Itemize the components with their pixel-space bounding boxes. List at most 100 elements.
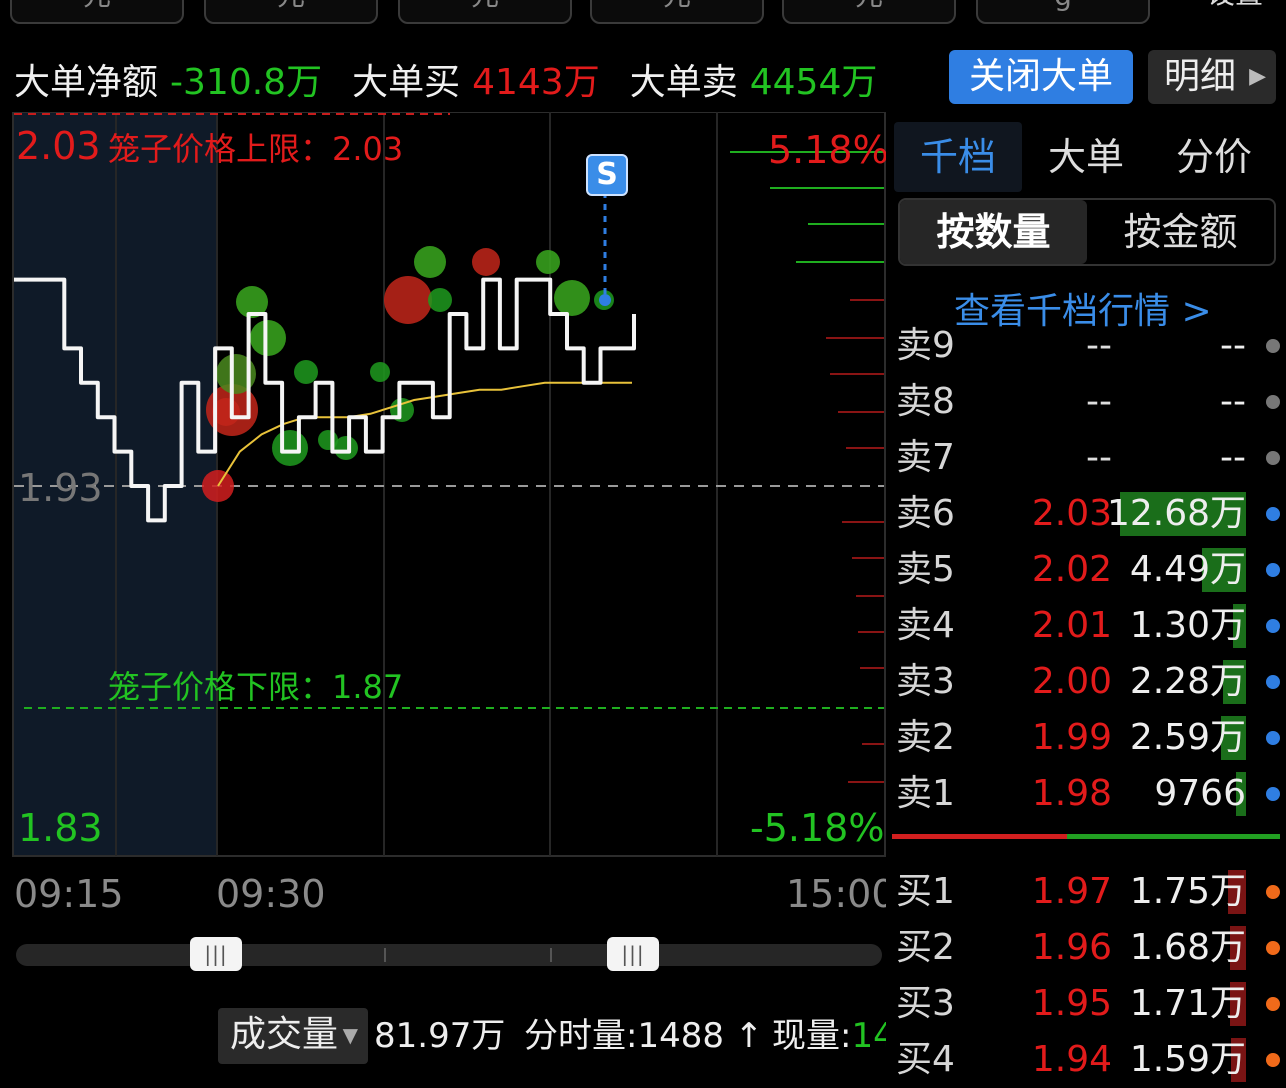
- bid-row[interactable]: 买1 1.97 1.75万: [886, 864, 1286, 920]
- order-bubble: [250, 320, 286, 356]
- bid-level-label: 买3: [896, 983, 955, 1024]
- price-high-label: 2.03: [16, 124, 101, 168]
- time-label-close: 15:00: [786, 872, 896, 916]
- order-bubble: [370, 362, 390, 382]
- ask-price: 2.03: [1031, 493, 1112, 534]
- top-tab-3[interactable]: 元: [398, 0, 572, 24]
- order-book-panel: 千档 大单 分价 按数量 按金额 查看千档行情 > 卖9 -- -- 卖8 -- -- 卖7…: [886, 112, 1286, 1082]
- bid-price: 1.97: [1031, 871, 1112, 912]
- ask-price: 1.98: [1031, 773, 1112, 814]
- sell-signal-badge[interactable]: S: [586, 154, 628, 196]
- ask-price: 2.00: [1031, 661, 1112, 702]
- ask-volume: 12.68万: [1106, 493, 1246, 534]
- current-volume: 现量:14: [772, 1008, 895, 1064]
- close-big-order-button[interactable]: 关闭大单: [949, 50, 1133, 104]
- indicator-select[interactable]: 成交量 ▼: [218, 1008, 368, 1064]
- slider-tick: [384, 948, 386, 962]
- mode-toggle: 按数量 按金额: [898, 198, 1276, 266]
- ask-level-label: 卖4: [896, 605, 955, 646]
- big-sell-label: 大单卖: [629, 62, 738, 103]
- bid-row[interactable]: 买3 1.95 1.71万: [886, 976, 1286, 1032]
- cage-upper-label: 笼子价格上限：2.03: [108, 130, 404, 168]
- top-tab-5[interactable]: 元: [782, 0, 956, 24]
- top-tab-6[interactable]: g: [976, 0, 1150, 24]
- order-bubble: [536, 250, 560, 274]
- bid-price: 1.94: [1031, 1039, 1112, 1080]
- arrow-up-icon: ↑: [734, 1016, 764, 1056]
- slider-tick: [550, 948, 552, 962]
- tab-price-distribution[interactable]: 分价: [1150, 122, 1278, 192]
- ask-row[interactable]: 卖2 1.99 2.59万: [886, 710, 1286, 766]
- ask-price: --: [1086, 381, 1112, 422]
- order-bubble: [554, 280, 590, 316]
- ask-price: --: [1086, 437, 1112, 478]
- status-dot-icon: [1266, 563, 1280, 577]
- status-dot-icon: [1266, 885, 1280, 899]
- big-sell-value: 4454万: [749, 62, 878, 103]
- order-bubble: [384, 276, 432, 324]
- order-bubble: [294, 360, 318, 384]
- mode-by-quantity[interactable]: 按数量: [900, 200, 1087, 264]
- prev-close-label: 1.93: [18, 466, 103, 510]
- tab-big-order[interactable]: 大单: [1022, 122, 1150, 192]
- bid-volume: 1.59万: [1129, 1039, 1246, 1080]
- status-dot-icon: [1266, 339, 1280, 353]
- top-tab-4[interactable]: 元: [590, 0, 764, 24]
- ask-volume: 2.59万: [1129, 717, 1246, 758]
- ask-volume: --: [1220, 437, 1246, 478]
- ask-row[interactable]: 卖8 -- --: [886, 374, 1286, 430]
- ask-price: 1.99: [1031, 717, 1112, 758]
- net-amount-label: 大单净额: [14, 62, 159, 103]
- current-volume-label: 现量:: [772, 1016, 852, 1056]
- mode-by-amount[interactable]: 按金额: [1087, 200, 1274, 264]
- bid-volume: 1.75万: [1129, 871, 1246, 912]
- detail-button-label: 明细: [1164, 56, 1237, 97]
- ask-level-label: 卖9: [896, 325, 955, 366]
- top-tab-settings[interactable]: 设置: [1170, 0, 1286, 20]
- intraday-chart[interactable]: S 2.03 笼子价格上限：2.03 5.18% 1.93 笼子价格下限：1.8…: [0, 112, 889, 872]
- ask-row[interactable]: 卖7 -- --: [886, 430, 1286, 486]
- ask-row[interactable]: 卖4 2.01 1.30万: [886, 598, 1286, 654]
- bid-price: 1.95: [1031, 983, 1112, 1024]
- buy-sell-ratio-fill: [892, 834, 1067, 839]
- ask-level-label: 卖7: [896, 437, 955, 478]
- ask-row[interactable]: 卖3 2.00 2.28万: [886, 654, 1286, 710]
- ask-volume: --: [1220, 325, 1246, 366]
- ask-volume: 4.49万: [1129, 549, 1246, 590]
- bid-row[interactable]: 买2 1.96 1.68万: [886, 920, 1286, 976]
- status-dot-icon: [1266, 675, 1280, 689]
- bid-price: 1.96: [1031, 927, 1112, 968]
- tab-thousand-level[interactable]: 千档: [894, 122, 1022, 192]
- indicator-select-label: 成交量: [230, 1014, 339, 1055]
- ask-row[interactable]: 卖6 2.03 12.68万: [886, 486, 1286, 542]
- status-dot-icon: [1266, 395, 1280, 409]
- bid-level-label: 买1: [896, 871, 955, 912]
- order-bubble: [472, 248, 500, 276]
- bid-row[interactable]: 买4 1.94 1.59万: [886, 1032, 1286, 1088]
- ask-row[interactable]: 卖1 1.98 9766: [886, 766, 1286, 822]
- time-label-open: 09:15: [14, 872, 124, 916]
- status-dot-icon: [1266, 1053, 1280, 1067]
- ask-volume: 9766: [1154, 773, 1246, 814]
- bid-level-label: 买2: [896, 927, 955, 968]
- status-dot-icon: [1266, 507, 1280, 521]
- top-tab-2[interactable]: 元: [204, 0, 378, 24]
- bid-volume: 1.71万: [1129, 983, 1246, 1024]
- ask-level-label: 卖5: [896, 549, 955, 590]
- ask-row[interactable]: 卖5 2.02 4.49万: [886, 542, 1286, 598]
- time-label-continuous: 09:30: [216, 872, 326, 916]
- chevron-right-icon: ▶: [1249, 64, 1266, 89]
- ask-price: 2.02: [1031, 549, 1112, 590]
- panel-tabs: 千档 大单 分价: [894, 122, 1278, 192]
- status-dot-icon: [1266, 451, 1280, 465]
- top-tab-1[interactable]: 元: [10, 0, 184, 24]
- ask-volume: 1.30万: [1129, 605, 1246, 646]
- slider-right-handle[interactable]: |||: [607, 937, 659, 971]
- ask-level-label: 卖3: [896, 661, 955, 702]
- time-range-slider[interactable]: [16, 944, 882, 966]
- tick-volume: 分时量:1488 ↑: [524, 1008, 763, 1064]
- big-buy-label: 大单买: [352, 62, 461, 103]
- detail-button[interactable]: 明细 ▶: [1148, 50, 1276, 104]
- slider-left-handle[interactable]: |||: [190, 937, 242, 971]
- ask-row[interactable]: 卖9 -- --: [886, 318, 1286, 374]
